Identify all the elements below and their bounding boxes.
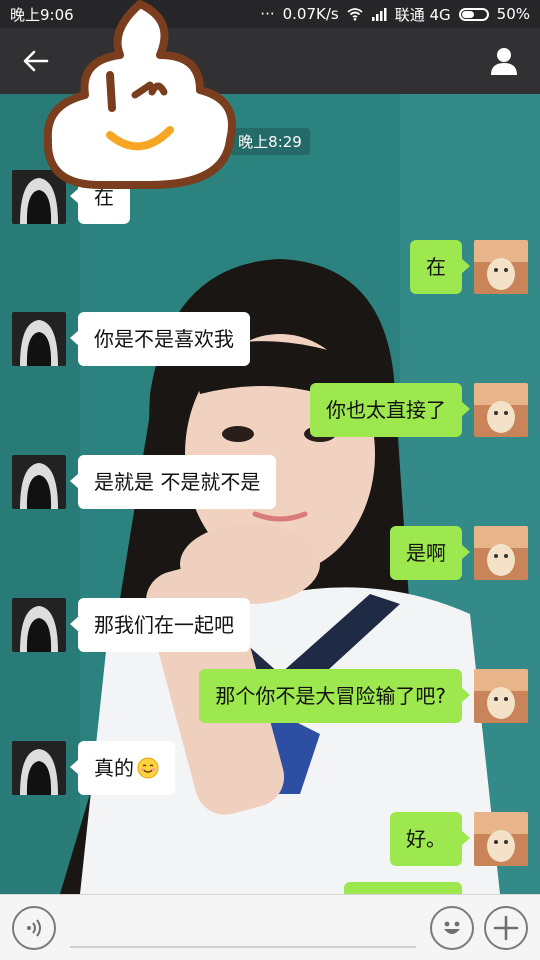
network-speed: 0.07K/s bbox=[282, 5, 339, 23]
poop-sticker-icon bbox=[43, 0, 236, 189]
battery-level bbox=[461, 10, 474, 18]
incoming-message[interactable]: 真的 bbox=[70, 741, 175, 795]
wifi-icon bbox=[347, 8, 363, 21]
message-row: 是啊 bbox=[390, 526, 528, 580]
more-button[interactable] bbox=[484, 905, 528, 950]
message-row: 好。 bbox=[390, 812, 528, 866]
voice-icon bbox=[27, 918, 41, 937]
message-row: 那我们在一起吧 bbox=[12, 598, 250, 652]
message-row: 你也太直接了 bbox=[310, 383, 528, 437]
outgoing-message[interactable]: 是啊 bbox=[390, 526, 470, 580]
chat-timestamp: 晚上8:29 bbox=[230, 128, 310, 155]
message-text: 真的 bbox=[94, 756, 134, 780]
battery-icon bbox=[458, 7, 489, 21]
incoming-message[interactable]: 你是不是喜欢我 bbox=[70, 312, 250, 366]
user-avatar[interactable] bbox=[474, 383, 528, 437]
incoming-message[interactable]: 那我们在一起吧 bbox=[70, 598, 250, 652]
outgoing-message[interactable]: 好。 bbox=[390, 812, 470, 866]
battery-percent: 50% bbox=[496, 5, 530, 23]
contact-avatar[interactable] bbox=[12, 312, 66, 366]
profile-button[interactable] bbox=[484, 41, 524, 81]
user-avatar[interactable] bbox=[474, 669, 528, 723]
signal-icon bbox=[371, 8, 387, 21]
plus-icon bbox=[493, 915, 519, 940]
status-dots: ··· bbox=[260, 5, 275, 23]
emoji-icon bbox=[444, 921, 460, 934]
smiling-face-icon bbox=[137, 757, 159, 779]
message-input[interactable] bbox=[70, 907, 416, 948]
outgoing-message[interactable]: 在 bbox=[410, 240, 470, 294]
incoming-message[interactable]: 是就是 不是就不是 bbox=[69, 455, 277, 509]
contact-avatar[interactable] bbox=[12, 455, 66, 509]
message-row: 是就是 不是就不是 bbox=[12, 455, 277, 509]
outgoing-message[interactable]: 那个你不是大冒险输了吧? bbox=[199, 669, 470, 723]
outgoing-message[interactable]: 你也太直接了 bbox=[310, 383, 470, 437]
contact-avatar[interactable] bbox=[12, 741, 66, 795]
input-bar bbox=[0, 894, 540, 960]
user-avatar[interactable] bbox=[474, 526, 528, 580]
status-right: ··· 0.07K/s 联通 4G 50% bbox=[260, 4, 530, 25]
user-avatar[interactable] bbox=[474, 240, 528, 294]
message-row: 真的 bbox=[12, 741, 175, 795]
carrier-label: 联通 4G bbox=[394, 5, 451, 24]
person-icon bbox=[491, 48, 517, 75]
contact-avatar[interactable] bbox=[12, 598, 66, 652]
chat-area[interactable]: 晚上8:29 在 在 你是不是喜欢我 你也太直接了 是就是 不是就不是 是啊 那… bbox=[0, 94, 540, 894]
outgoing-message-partial bbox=[344, 882, 462, 894]
voice-button[interactable] bbox=[12, 905, 56, 950]
message-row: 你是不是喜欢我 bbox=[12, 312, 250, 366]
emoji-button[interactable] bbox=[430, 905, 474, 950]
message-row: 那个你不是大冒险输了吧? bbox=[199, 669, 528, 723]
message-row: 在 bbox=[410, 240, 528, 294]
user-avatar[interactable] bbox=[474, 812, 528, 866]
